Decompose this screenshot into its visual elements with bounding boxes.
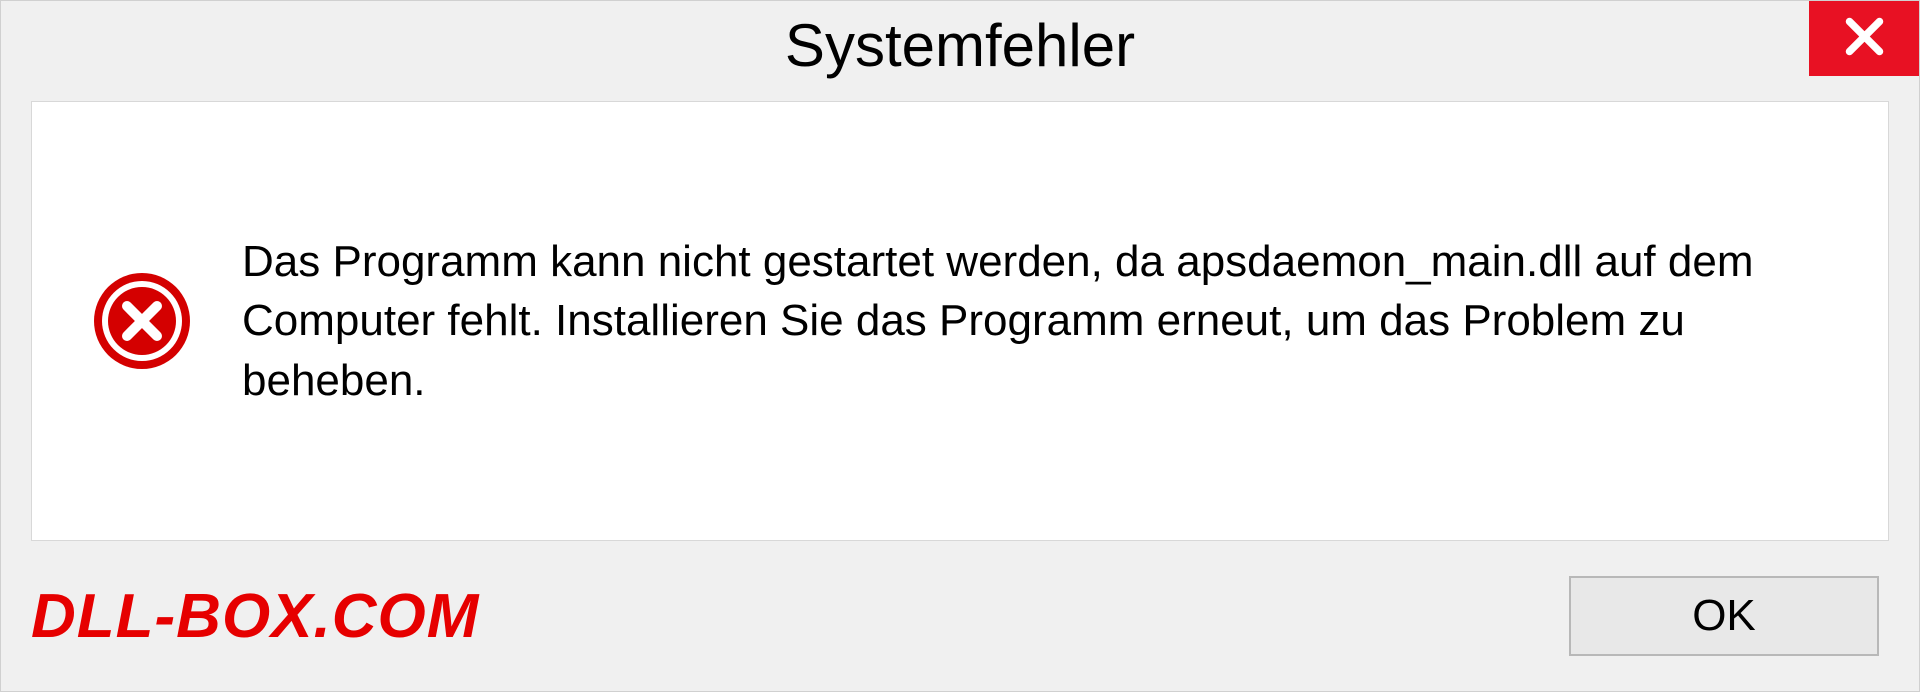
watermark-text: DLL-BOX.COM: [31, 581, 479, 652]
content-panel: Das Programm kann nicht gestartet werden…: [31, 101, 1889, 541]
dialog-footer: DLL-BOX.COM OK: [1, 561, 1919, 691]
ok-button[interactable]: OK: [1569, 576, 1879, 656]
close-button[interactable]: [1809, 1, 1919, 76]
error-icon: [92, 271, 192, 371]
close-icon: [1842, 14, 1887, 64]
error-dialog: Systemfehler Das Programm kann nicht ges…: [0, 0, 1920, 692]
error-message: Das Programm kann nicht gestartet werden…: [242, 232, 1828, 410]
dialog-title: Systemfehler: [785, 11, 1135, 80]
titlebar: Systemfehler: [1, 1, 1919, 91]
